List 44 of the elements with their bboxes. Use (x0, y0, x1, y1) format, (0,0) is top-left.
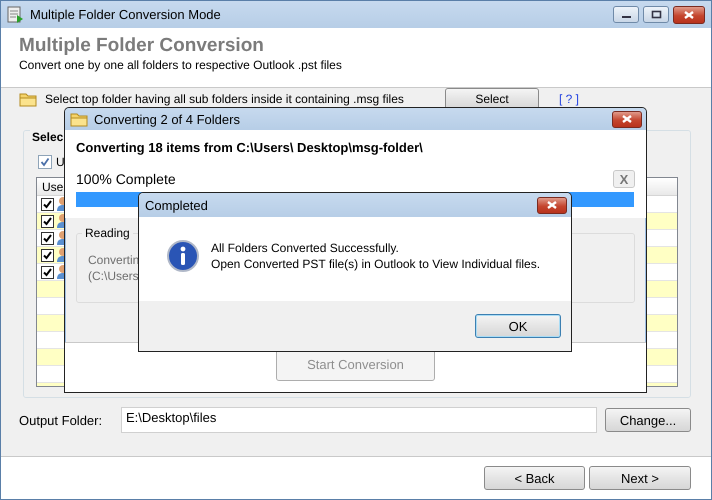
minimize-icon (622, 16, 630, 18)
maximize-icon (650, 10, 662, 18)
next-button[interactable]: Next > (589, 466, 691, 490)
checkbox[interactable] (41, 214, 54, 228)
output-folder-label: Output Folder: (19, 412, 104, 428)
output-folder-field[interactable]: E:\Desktop\files (121, 407, 597, 433)
minimize-button[interactable] (613, 6, 639, 22)
conversion-heading: Converting 18 items from C:\Users\ Desktop\msg-folder\ (76, 140, 424, 155)
page-subtitle: Convert one by one all folders to respective Outlook .pst files (19, 58, 343, 72)
status-text: Convertin (88, 252, 140, 268)
folder-icon (19, 91, 37, 107)
back-button[interactable]: < Back (484, 466, 585, 490)
checkbox[interactable] (41, 232, 54, 244)
help-link[interactable]: [ ? ] (559, 92, 580, 106)
close-icon (546, 200, 558, 210)
check-icon (40, 157, 50, 167)
info-icon (167, 240, 199, 272)
checkbox-label: U (56, 155, 65, 169)
message-text: All Folders Converted Successfully. Open Converted PST file(s) in Outlook to View Individual files. (211, 240, 540, 272)
app-icon (7, 6, 24, 24)
change-button[interactable]: Change... (605, 408, 691, 432)
window-title: Multiple Folder Conversion Mode (30, 7, 222, 22)
instruction-text: Select top folder having all sub folders inside it containing .msg files (45, 92, 405, 106)
checkbox[interactable] (38, 155, 52, 169)
group-title: Selec (30, 130, 66, 144)
close-icon (621, 114, 633, 124)
checkbox[interactable] (41, 198, 54, 210)
page-title: Multiple Folder Conversion (19, 35, 265, 57)
close-icon (683, 10, 695, 20)
maximize-button[interactable] (643, 6, 669, 22)
close-button[interactable] (537, 196, 567, 214)
cancel-button[interactable]: X (613, 170, 635, 188)
close-button[interactable] (612, 110, 642, 128)
ok-button[interactable]: OK (475, 314, 561, 338)
dialog-title: Completed (145, 198, 209, 212)
close-button[interactable] (673, 6, 705, 24)
column-header: Use (42, 180, 64, 194)
folder-icon (70, 111, 88, 127)
dialog-title: Converting 2 of 4 Folders (94, 112, 241, 126)
group-title: Reading (82, 226, 133, 240)
status-text: (C:\Users (88, 268, 139, 284)
checkbox[interactable] (41, 266, 54, 278)
progress-percent: 100% Complete (76, 171, 176, 187)
checkbox[interactable] (41, 248, 54, 262)
